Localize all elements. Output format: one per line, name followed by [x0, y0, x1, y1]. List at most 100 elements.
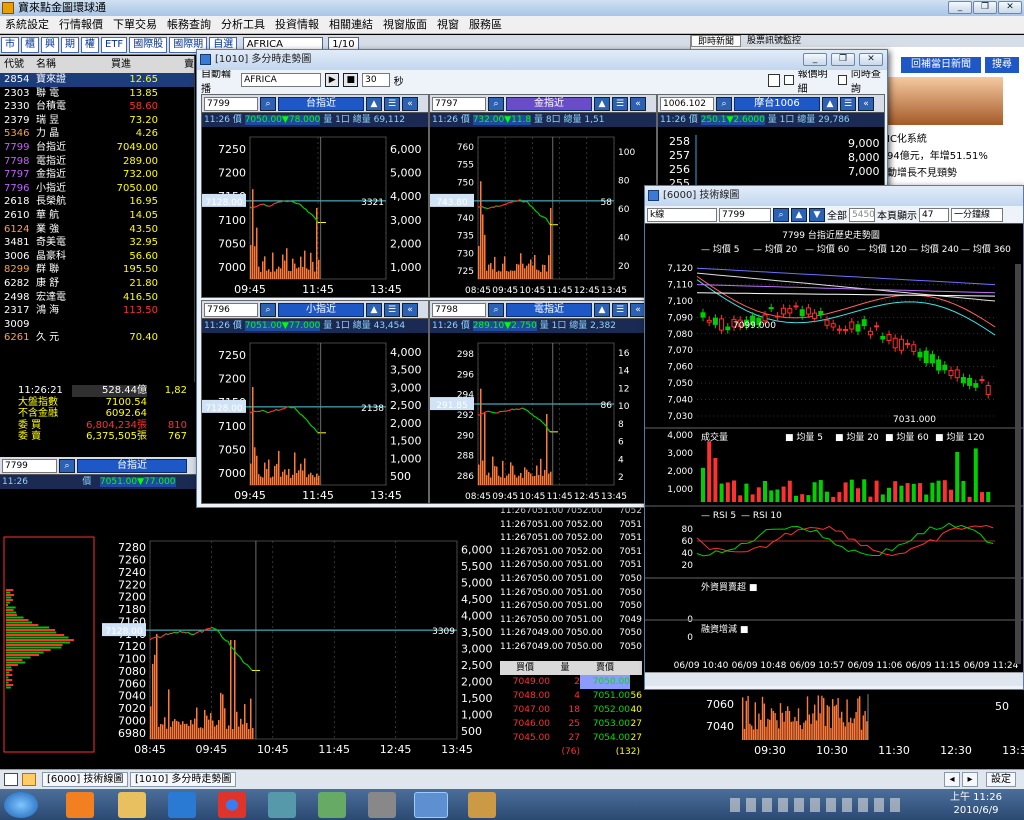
- search-icon[interactable]: ⌕: [260, 96, 276, 111]
- list-icon[interactable]: ☰: [384, 96, 400, 111]
- chevron-left-icon[interactable]: «: [402, 302, 418, 317]
- arrow-up-icon[interactable]: ▲: [366, 302, 382, 317]
- tool-app-icon[interactable]: [368, 792, 396, 818]
- task-multi-intraday[interactable]: [1010] 多分時走勢圖: [130, 772, 237, 787]
- quote-row[interactable]: 8299 群 聯 195.50: [0, 263, 194, 277]
- quote-row[interactable]: 3481 奇美電 32.95: [0, 236, 194, 250]
- monitor-app-icon[interactable]: [318, 792, 346, 818]
- tab-realtime-news[interactable]: 即時新聞: [691, 35, 742, 47]
- quote-row[interactable]: 2610 華 航 14.05: [0, 209, 194, 223]
- tray-icons[interactable]: [730, 798, 900, 812]
- autoplay-select[interactable]: AFRICA: [241, 73, 321, 87]
- layout-icon[interactable]: [767, 73, 781, 87]
- news-line[interactable]: 動增長不見頸勢: [887, 165, 988, 182]
- tab-futures[interactable]: 期: [61, 37, 79, 53]
- arrow-down-icon[interactable]: ▼: [809, 207, 825, 222]
- chart-type-select[interactable]: k線: [647, 207, 717, 222]
- explorer-icon[interactable]: [118, 792, 146, 818]
- close-button[interactable]: ✕: [998, 1, 1022, 14]
- ie-icon[interactable]: [168, 792, 196, 818]
- panel-code-select[interactable]: 7798: [432, 302, 486, 317]
- search-icon[interactable]: ⌕: [260, 302, 276, 317]
- news-search-button[interactable]: 搜尋: [985, 57, 1019, 73]
- quote-detail-checkbox[interactable]: [784, 75, 794, 85]
- tab-etf[interactable]: ETF: [101, 37, 128, 53]
- chevron-left-icon[interactable]: «: [402, 96, 418, 111]
- panel-symbol-name[interactable]: 台指近: [278, 96, 364, 111]
- play-icon[interactable]: ▶: [324, 73, 340, 87]
- panel-symbol-name[interactable]: 小指近: [278, 302, 364, 317]
- scroll-right-icon[interactable]: ▸: [962, 772, 978, 787]
- quote-row[interactable]: 3009: [0, 318, 194, 332]
- quote-row[interactable]: 2303 聯 電 13.85: [0, 87, 194, 101]
- panel-symbol-name[interactable]: 摩台1006: [734, 96, 820, 111]
- search-icon[interactable]: ⌕: [716, 96, 732, 111]
- tab-signal-monitor[interactable]: 股票訊號監控: [741, 35, 807, 47]
- menu-item[interactable]: 投資情報: [270, 16, 324, 33]
- folder-icon[interactable]: [22, 773, 36, 786]
- quote-row[interactable]: 6124 業 強 43.50: [0, 223, 194, 237]
- menu-item[interactable]: 系統設定: [0, 16, 54, 33]
- arrow-up-icon[interactable]: ▲: [594, 302, 610, 317]
- arrow-up-icon[interactable]: ▲: [366, 96, 382, 111]
- search-icon[interactable]: ⌕: [59, 458, 75, 473]
- quote-row[interactable]: 2498 宏達電 416.50: [0, 291, 194, 305]
- quote-row[interactable]: 6282 康 舒 21.80: [0, 277, 194, 291]
- media-player-icon[interactable]: [66, 792, 94, 818]
- news-line[interactable]: 94億元，年增51.51%: [887, 148, 988, 165]
- arrow-up-icon[interactable]: ▲: [822, 96, 838, 111]
- tab-intl-stock[interactable]: 國際股: [129, 37, 168, 53]
- search-icon[interactable]: ⌕: [773, 207, 789, 222]
- period-select[interactable]: 一分鐘線: [951, 207, 1003, 222]
- quote-row[interactable]: 7797 金指近 732.00: [0, 168, 194, 182]
- arrow-up-icon[interactable]: ▲: [791, 207, 807, 222]
- sync-query-checkbox[interactable]: [837, 75, 847, 85]
- list-icon[interactable]: ☰: [612, 302, 628, 317]
- quote-row[interactable]: 2317 鴻 海 113.50: [0, 304, 194, 318]
- quote-row[interactable]: 2854 寶來證 12.65: [0, 73, 194, 87]
- task-tech-chart[interactable]: [6000] 技術線圖: [42, 772, 129, 787]
- list-icon[interactable]: ☰: [612, 96, 628, 111]
- panel-code-select[interactable]: 7797: [432, 96, 486, 111]
- panel-symbol-name[interactable]: 金指近: [506, 96, 592, 111]
- news-line[interactable]: IC化系統: [887, 131, 988, 148]
- code-select[interactable]: 7799: [2, 458, 57, 473]
- horizontal-scrollbar[interactable]: [645, 672, 1023, 686]
- quote-row[interactable]: 6261 久 元 70.40: [0, 331, 194, 345]
- symbol-name[interactable]: 台指近: [77, 458, 187, 473]
- minimize-button[interactable]: _: [948, 1, 972, 14]
- quote-row[interactable]: 2618 長榮航 16.95: [0, 195, 194, 209]
- menu-item[interactable]: 視窗: [432, 16, 464, 33]
- quote-row[interactable]: 2379 瑞 昱 73.20: [0, 114, 194, 128]
- chevron-left-icon[interactable]: «: [630, 96, 646, 111]
- chrome-icon[interactable]: [218, 792, 246, 818]
- quote-row[interactable]: 7798 電指近 289.00: [0, 155, 194, 169]
- search-icon[interactable]: ⌕: [488, 96, 504, 111]
- settings-button[interactable]: 設定: [986, 772, 1016, 787]
- panel-code-select[interactable]: 1006.102: [660, 96, 714, 111]
- quote-row[interactable]: 7799 台指近 7049.00: [0, 141, 194, 155]
- panel-code-select[interactable]: 7796: [204, 302, 258, 317]
- panel-code-select[interactable]: 7799: [204, 96, 258, 111]
- menu-item[interactable]: 相關連結: [324, 16, 378, 33]
- restore-button[interactable]: ❐: [973, 1, 997, 14]
- list-icon[interactable]: ☰: [384, 302, 400, 317]
- messenger-icon[interactable]: [268, 792, 296, 818]
- reload-news-button[interactable]: 回補當日新聞: [901, 57, 981, 73]
- menu-item[interactable]: 視窗版面: [378, 16, 432, 33]
- menu-item[interactable]: 服務區: [464, 16, 507, 33]
- arrow-up-icon[interactable]: ▲: [594, 96, 610, 111]
- scroll-left-icon[interactable]: ◂: [944, 772, 960, 787]
- window-icon[interactable]: [4, 773, 18, 786]
- menu-item[interactable]: 行情報價: [54, 16, 108, 33]
- tab-market[interactable]: 市: [1, 37, 19, 53]
- quote-row[interactable]: 7796 小指近 7050.00: [0, 182, 194, 196]
- quote-row[interactable]: 3006 晶豪科 56.60: [0, 250, 194, 264]
- quote-row[interactable]: 5346 力 晶 4.26: [0, 127, 194, 141]
- minimize-button[interactable]: _: [803, 53, 827, 66]
- tab-options[interactable]: 權: [81, 37, 99, 53]
- page-value-input[interactable]: 47: [919, 207, 949, 222]
- clock[interactable]: 上午 11:26 2010/6/9: [950, 791, 1002, 817]
- list-icon[interactable]: ☰: [840, 96, 856, 111]
- panel-symbol-name[interactable]: 電指近: [506, 302, 592, 317]
